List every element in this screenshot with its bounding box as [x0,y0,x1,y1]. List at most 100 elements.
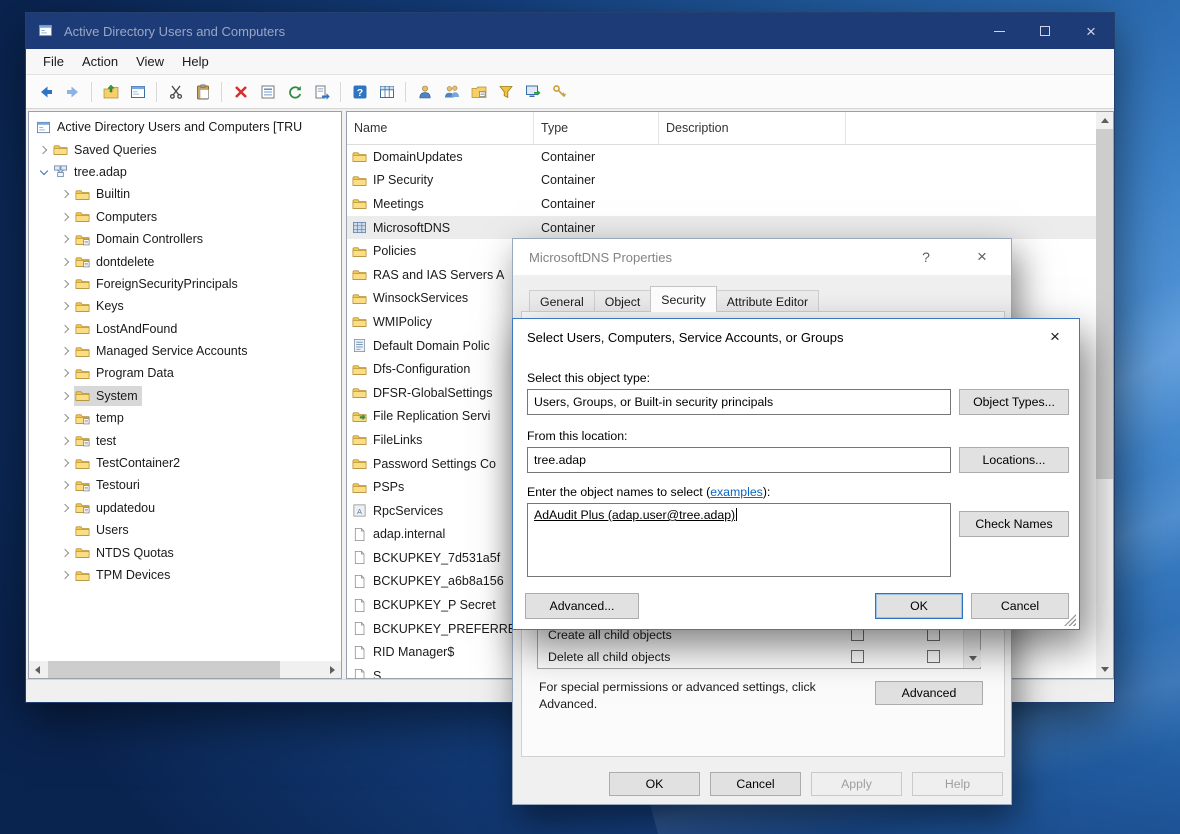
menu-action[interactable]: Action [73,49,127,74]
expand-arrow-icon[interactable] [57,209,74,225]
tree-item-computers[interactable]: Computers [29,206,341,228]
column-header-description[interactable]: Description [659,112,846,144]
maximize-button[interactable] [1022,13,1068,49]
scroll-right-button[interactable] [324,661,341,678]
tree-item-active-directory-users-and-computers-tru[interactable]: Active Directory Users and Computers [TR… [29,116,341,138]
create-new-group-icon[interactable] [438,79,465,105]
column-header-name[interactable]: Name [347,112,534,144]
set-filter-icon[interactable] [519,79,546,105]
refresh-icon[interactable] [281,79,308,105]
advanced-button[interactable]: Advanced [875,681,983,705]
export-list-icon[interactable] [308,79,335,105]
special-permissions-icon[interactable] [546,79,573,105]
properties-icon[interactable] [254,79,281,105]
tree-item-dontdelete[interactable]: dontdelete [29,250,341,272]
collapse-arrow-icon[interactable] [35,164,52,180]
tab-attribute-editor[interactable]: Attribute Editor [716,290,819,312]
dialog-titlebar[interactable]: Select Users, Computers, Service Account… [513,319,1079,355]
tree-item-testcontainer2[interactable]: TestContainer2 [29,452,341,474]
cut-icon[interactable] [162,79,189,105]
tree-item-tree-adap[interactable]: tree.adap [29,161,341,183]
delete-icon[interactable] [227,79,254,105]
tree-item-test[interactable]: test [29,429,341,451]
expand-arrow-icon[interactable] [57,365,74,381]
tree-item-builtin[interactable]: Builtin [29,183,341,205]
allow-checkbox[interactable] [851,650,864,663]
dialog-help-button[interactable]: ? [909,243,943,271]
ok-button[interactable]: OK [875,593,963,619]
expand-arrow-icon[interactable] [57,455,74,471]
expand-arrow-icon[interactable] [57,388,74,404]
tab-security[interactable]: Security [650,286,716,312]
check-names-button[interactable]: Check Names [959,511,1069,537]
create-new-user-icon[interactable] [411,79,438,105]
forward-icon[interactable] [59,79,86,105]
dialog-titlebar[interactable]: MicrosoftDNS Properties ? × [513,239,1011,275]
list-vertical-scrollbar[interactable] [1096,112,1113,678]
scroll-down-button[interactable] [964,650,981,667]
tree-item-foreignsecurityprincipals[interactable]: ForeignSecurityPrincipals [29,273,341,295]
tree-item-domain-controllers[interactable]: Domain Controllers [29,228,341,250]
tab-general[interactable]: General [529,290,595,312]
minimize-button[interactable] [976,13,1022,49]
tree-item-updatedou[interactable]: updatedou [29,497,341,519]
list-row-meetings[interactable]: MeetingsContainer [347,192,1096,216]
help-icon[interactable]: ? [346,79,373,105]
cancel-button[interactable]: Cancel [971,593,1069,619]
list-row-microsoftdns[interactable]: MicrosoftDNSContainer [347,216,1096,240]
dialog-close-button[interactable]: × [1037,323,1073,351]
object-types-button[interactable]: Object Types... [959,389,1069,415]
tree-item-managed-service-accounts[interactable]: Managed Service Accounts [29,340,341,362]
expand-arrow-icon[interactable] [57,410,74,426]
expand-arrow-icon[interactable] [57,567,74,583]
list-row-domainupdates[interactable]: DomainUpdatesContainer [347,145,1096,169]
scroll-up-button[interactable] [1096,112,1113,129]
expand-arrow-icon[interactable] [57,254,74,270]
tree-item-tpm-devices[interactable]: TPM Devices [29,564,341,586]
menu-view[interactable]: View [127,49,173,74]
expand-arrow-icon[interactable] [57,545,74,561]
show-console-tree-icon[interactable] [124,79,151,105]
list-row-ip-security[interactable]: IP SecurityContainer [347,169,1096,193]
expand-arrow-icon[interactable] [57,500,74,516]
expand-arrow-icon[interactable] [35,142,52,158]
examples-link[interactable]: examples [710,485,763,499]
tree-item-ntds-quotas[interactable]: NTDS Quotas [29,541,341,563]
expand-arrow-icon[interactable] [57,321,74,337]
view-table-icon[interactable] [373,79,400,105]
window-titlebar[interactable]: Active Directory Users and Computers × [26,13,1114,49]
deny-checkbox[interactable] [927,650,940,663]
cancel-button[interactable]: Cancel [710,772,801,796]
ok-button[interactable]: OK [609,772,700,796]
expand-arrow-icon[interactable] [57,343,74,359]
tree-item-testouri[interactable]: Testouri [29,474,341,496]
tree-item-saved-queries[interactable]: Saved Queries [29,138,341,160]
back-icon[interactable] [32,79,59,105]
location-field[interactable]: tree.adap [527,447,951,473]
expand-arrow-icon[interactable] [57,231,74,247]
tab-object[interactable]: Object [594,290,652,312]
scrollbar-thumb[interactable] [1096,129,1113,479]
expand-arrow-icon[interactable] [57,433,74,449]
tree-item-program-data[interactable]: Program Data [29,362,341,384]
permission-row-delete-all-child-objects[interactable]: Delete all child objects [538,646,962,668]
expand-arrow-icon[interactable] [57,298,74,314]
tree-item-keys[interactable]: Keys [29,295,341,317]
object-names-input[interactable]: AdAudit Plus (adap.user@tree.adap) [527,503,951,577]
paste-icon[interactable] [189,79,216,105]
expand-arrow-icon[interactable] [57,477,74,493]
object-type-field[interactable]: Users, Groups, or Built-in security prin… [527,389,951,415]
tree-item-users[interactable]: Users [29,519,341,541]
scrollbar-thumb[interactable] [48,661,280,678]
locations-button[interactable]: Locations... [959,447,1069,473]
expand-arrow-icon[interactable] [57,276,74,292]
scroll-down-button[interactable] [1096,661,1113,678]
menu-file[interactable]: File [34,49,73,74]
close-button[interactable]: × [1068,13,1114,49]
advanced-button[interactable]: Advanced... [525,593,639,619]
menu-help[interactable]: Help [173,49,218,74]
filter-options-icon[interactable] [492,79,519,105]
up-one-level-icon[interactable] [97,79,124,105]
tree-item-lostandfound[interactable]: LostAndFound [29,318,341,340]
create-new-ou-icon[interactable] [465,79,492,105]
